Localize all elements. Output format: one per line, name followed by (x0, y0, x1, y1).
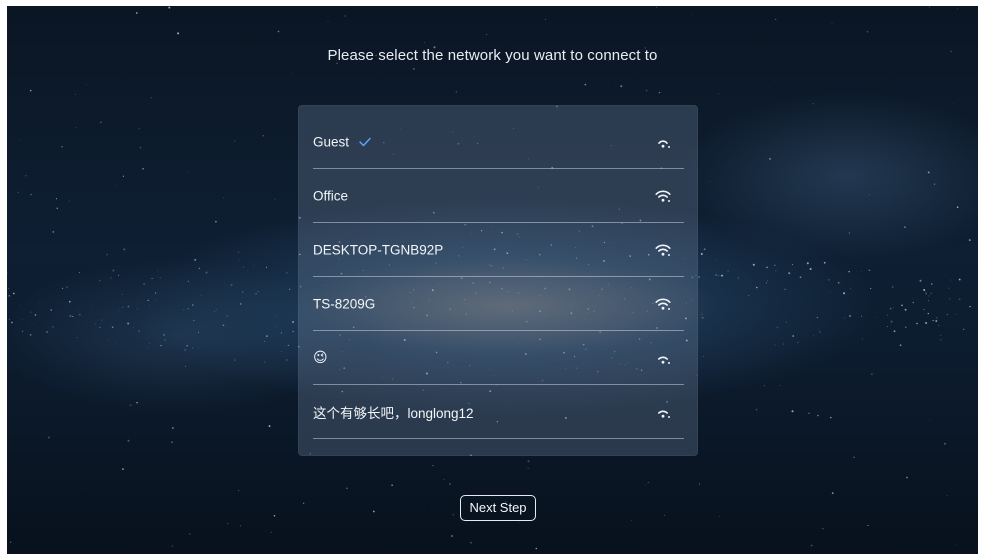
network-item-office[interactable]: Office (313, 169, 684, 223)
wifi-medium-icon (658, 356, 670, 364)
network-name: 😉 (313, 350, 328, 366)
wifi-strong-icon (655, 190, 671, 202)
wifi-weak-icon (658, 140, 670, 148)
network-item-emoji[interactable]: 😉 (313, 331, 684, 385)
network-name: Office (313, 188, 349, 204)
page-title: Please select the network you want to co… (327, 47, 658, 64)
network-name: 这个有够长吧，longlong12 (313, 406, 474, 421)
network-name: DESKTOP-TGNB92P (313, 242, 444, 258)
wifi-medium-icon (658, 410, 670, 418)
next-step-button[interactable]: Next Step (460, 495, 536, 521)
wifi-strong-icon (655, 298, 671, 310)
network-name: TS-8209G (313, 296, 376, 312)
wifi-strong-icon (655, 244, 671, 256)
network-item-ts8209g[interactable]: TS-8209G (313, 277, 684, 331)
network-item-desktop[interactable]: DESKTOP-TGNB92P (313, 223, 684, 277)
checkmark-icon (359, 137, 371, 147)
screen-background: Please select the network you want to co… (7, 6, 978, 554)
network-item-guest[interactable]: Guest (313, 115, 684, 169)
network-name: Guest (313, 134, 350, 150)
network-item-long-name[interactable]: 这个有够长吧，longlong12 (313, 385, 684, 439)
network-list-panel: Guest Office DESKTOP-TGNB92P TS-8209G 😉 … (298, 105, 698, 456)
